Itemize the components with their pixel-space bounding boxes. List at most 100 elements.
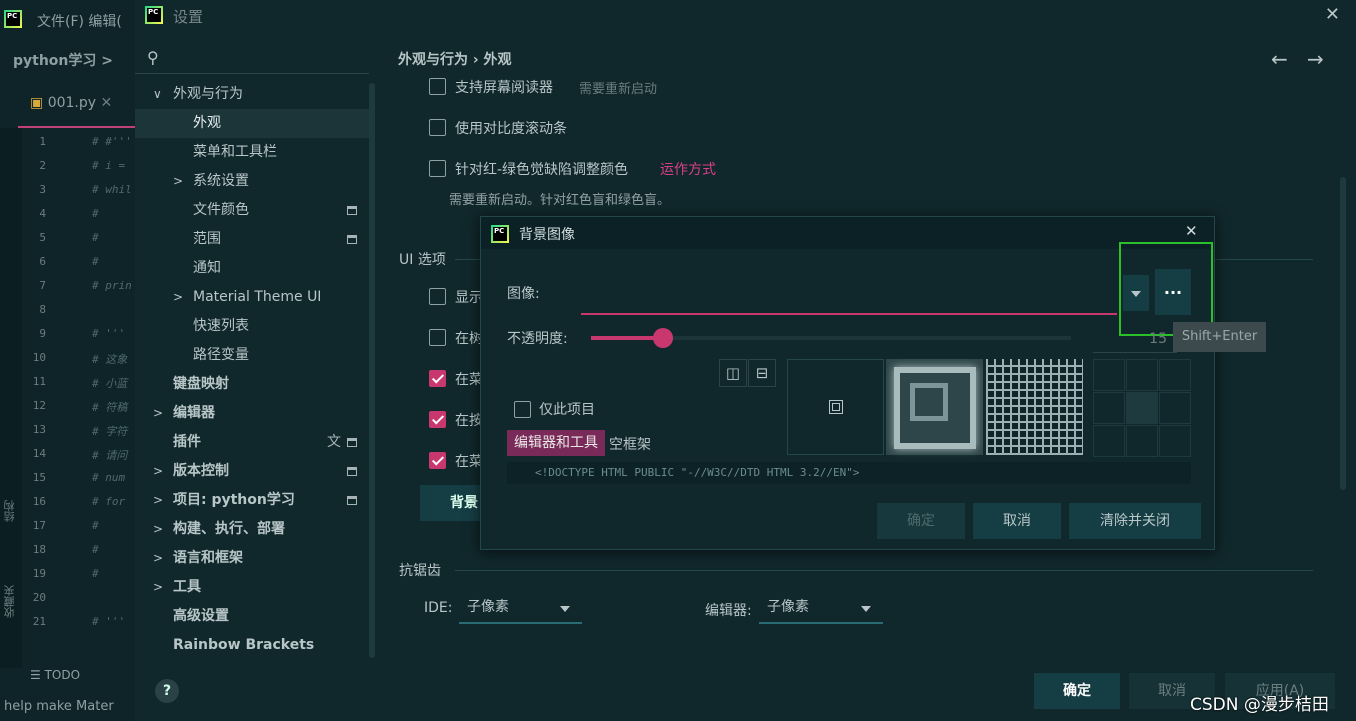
code-line[interactable]: # <box>92 519 99 532</box>
anchor-cell[interactable] <box>1159 359 1191 391</box>
screen-reader-checkbox[interactable] <box>429 78 446 95</box>
code-line[interactable]: # ''' <box>92 615 125 628</box>
ui-option-checkbox[interactable] <box>429 452 446 469</box>
code-line[interactable]: # num <box>92 471 125 484</box>
tree-item[interactable]: > Material Theme UI <box>135 283 375 312</box>
tree-item[interactable]: 插件 文 <box>135 428 375 457</box>
structure-side-tab[interactable]: 结构 <box>2 500 18 522</box>
code-line[interactable]: # i = <box>92 159 125 172</box>
code-line[interactable]: # 请问 <box>92 447 127 463</box>
ui-option-checkbox[interactable] <box>429 370 446 387</box>
editor-tab[interactable]: ▣ 001.py ✕ <box>30 95 112 111</box>
chevron-right-icon[interactable]: > <box>153 544 163 573</box>
clear-and-close-button[interactable]: 清除并关闭 <box>1069 503 1201 539</box>
code-line[interactable]: # ''' <box>92 327 125 340</box>
ide-menu[interactable]: 文件(F) 编辑( <box>37 11 122 31</box>
tree-item[interactable]: > 构建、执行、部署 <box>135 515 375 544</box>
colorblind-checkbox[interactable] <box>429 160 446 177</box>
ui-option-checkbox[interactable] <box>429 288 446 305</box>
code-line[interactable]: # <box>92 567 99 580</box>
code-line[interactable]: # #''' <box>92 135 132 148</box>
anchor-cell[interactable] <box>1093 425 1125 457</box>
code-line[interactable]: # for <box>92 495 125 508</box>
image-path-input[interactable] <box>581 277 1117 311</box>
dialog-ok-button[interactable]: 确定 <box>877 503 965 539</box>
tree-item[interactable]: 键盘映射 <box>135 370 375 399</box>
forward-arrow-icon[interactable]: → <box>1307 47 1324 71</box>
this-project-checkbox[interactable] <box>514 401 531 418</box>
anchor-cell[interactable] <box>1159 392 1191 424</box>
settings-search[interactable]: ⚲ <box>135 42 369 74</box>
code-line[interactable]: # whil <box>92 183 132 196</box>
editor-tools-tag[interactable]: 编辑器和工具 <box>507 430 605 456</box>
tree-item[interactable]: Rainbow Brackets <box>135 631 375 660</box>
help-button[interactable]: ? <box>155 679 179 703</box>
split-vertical-icon[interactable]: ◫ <box>719 359 747 387</box>
tree-item[interactable]: > 语言和框架 <box>135 544 375 573</box>
tree-item[interactable]: > 编辑器 <box>135 399 375 428</box>
split-horizontal-icon[interactable]: ⊟ <box>748 359 776 387</box>
tree-item[interactable]: 范围 <box>135 225 375 254</box>
chevron-right-icon[interactable]: > <box>153 573 163 602</box>
code-line[interactable]: # 小蓝 <box>92 375 127 391</box>
code-line[interactable]: # <box>92 207 99 220</box>
ok-button[interactable]: 确定 <box>1034 673 1120 709</box>
close-window-icon[interactable]: ✕ <box>1325 4 1340 25</box>
tree-item[interactable]: 文件颜色 <box>135 196 375 225</box>
tree-item[interactable]: > 版本控制 <box>135 457 375 486</box>
search-input[interactable] <box>171 46 361 68</box>
fill-center-preview[interactable] <box>787 359 884 455</box>
anchor-cell[interactable] <box>1093 359 1125 391</box>
tree-item[interactable]: 快速列表 <box>135 312 375 341</box>
contrast-scroll-checkbox[interactable] <box>429 119 446 136</box>
tree-item[interactable]: 菜单和工具栏 <box>135 138 375 167</box>
empty-frame-label[interactable]: 空框架 <box>609 434 651 454</box>
ui-option-checkbox[interactable] <box>429 329 446 346</box>
chevron-right-icon[interactable]: > <box>153 486 163 515</box>
anchor-cell[interactable] <box>1093 392 1125 424</box>
chevron-right-icon[interactable]: > <box>153 457 163 486</box>
tree-item[interactable]: > 项目: python学习 <box>135 486 375 515</box>
anchor-grid[interactable] <box>1093 359 1191 457</box>
ui-option-checkbox[interactable] <box>429 411 446 428</box>
anchor-cell[interactable] <box>1126 359 1158 391</box>
chevron-down-icon[interactable]: ∨ <box>153 80 162 109</box>
chevron-right-icon[interactable]: > <box>153 515 163 544</box>
favorites-side-tab[interactable]: 收藏夹 <box>2 585 18 618</box>
opacity-value[interactable]: 15 <box>1093 325 1177 353</box>
how-it-works-link[interactable]: 运作方式 <box>660 159 716 179</box>
close-dialog-icon[interactable]: ✕ <box>1185 222 1198 240</box>
anchor-cell[interactable] <box>1159 425 1191 457</box>
anchor-cell[interactable] <box>1126 425 1158 457</box>
editor-aa-select[interactable]: 子像素 <box>759 594 883 624</box>
tree-item[interactable]: 外观 <box>135 109 375 138</box>
ide-aa-select[interactable]: 子像素 <box>459 594 582 624</box>
ide-project-crumb[interactable]: python学习 > <box>13 50 113 70</box>
code-line[interactable]: # 符稿 <box>92 399 127 415</box>
close-tab-icon[interactable]: ✕ <box>100 95 112 111</box>
tree-item[interactable]: 通知 <box>135 254 375 283</box>
tree-item[interactable]: 高级设置 <box>135 602 375 631</box>
tree-item[interactable]: > 系统设置 <box>135 167 375 196</box>
tree-item[interactable]: > 工具 <box>135 573 375 602</box>
code-line[interactable]: # <box>92 255 99 268</box>
chevron-right-icon[interactable]: > <box>153 399 163 428</box>
tree-item[interactable]: ∨ 外观与行为 <box>135 80 375 109</box>
back-arrow-icon[interactable]: ← <box>1271 47 1288 71</box>
code-line[interactable]: # 字符 <box>92 423 127 439</box>
anchor-cell-selected[interactable] <box>1126 392 1158 424</box>
code-line[interactable]: # prin <box>92 279 132 292</box>
background-image-button[interactable]: 背景 <box>420 485 480 521</box>
fill-tile-preview[interactable] <box>986 359 1083 455</box>
content-scrollbar[interactable] <box>1340 177 1346 490</box>
chevron-right-icon[interactable]: > <box>173 167 183 196</box>
todo-tab[interactable]: ☰ TODO <box>30 668 80 682</box>
chevron-right-icon[interactable]: > <box>173 283 183 312</box>
opacity-slider-knob[interactable] <box>653 328 673 348</box>
code-line[interactable]: # <box>92 543 99 556</box>
dialog-cancel-button[interactable]: 取消 <box>973 503 1061 539</box>
tree-item[interactable]: 路径变量 <box>135 341 375 370</box>
tree-scrollbar[interactable] <box>369 83 375 658</box>
code-line[interactable]: # 这象 <box>92 351 127 367</box>
code-line[interactable]: # <box>92 231 99 244</box>
